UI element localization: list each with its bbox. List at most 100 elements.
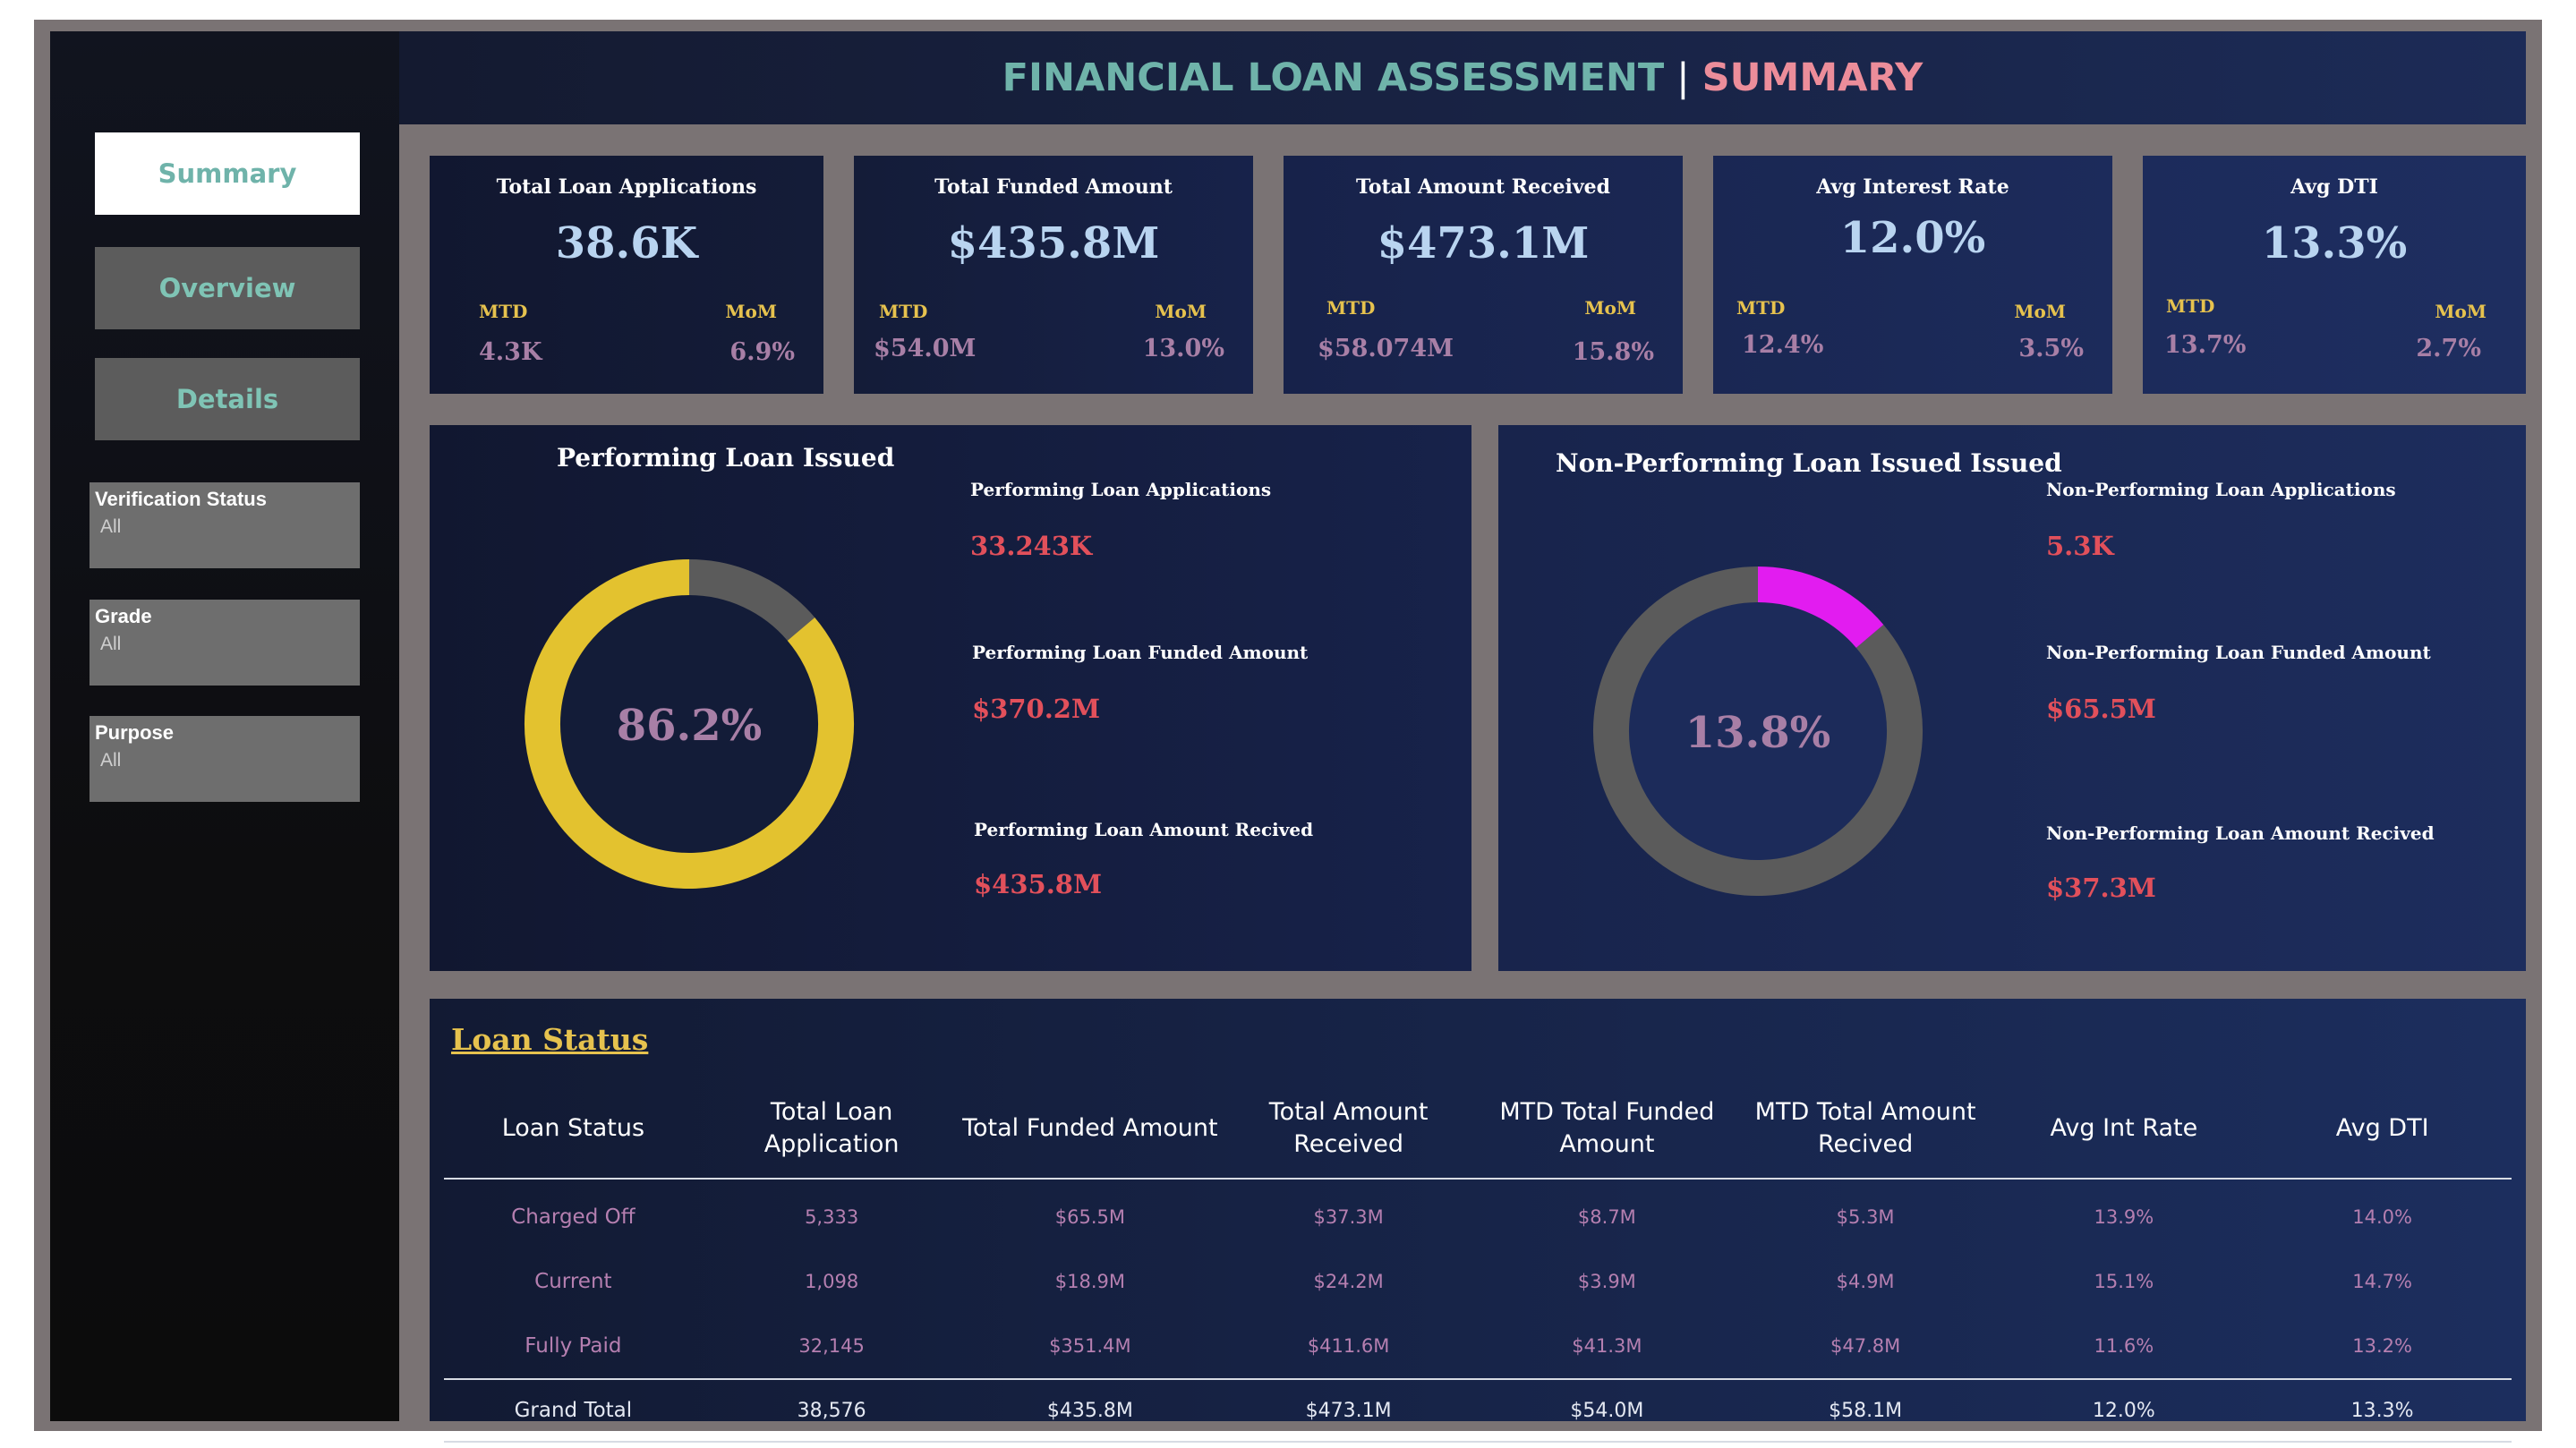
table-row: Charged Off 5,333 $65.5M $37.3M $8.7M $5… bbox=[444, 1185, 2512, 1249]
kpi-mtd-value: $58.074M bbox=[1318, 335, 1454, 362]
table-cell: Grand Total bbox=[514, 1399, 633, 1422]
performing-donut-chart: 86.2% bbox=[525, 559, 854, 889]
performing-funded-value: $370.2M bbox=[972, 694, 1101, 724]
non-performing-received-value: $37.3M bbox=[2046, 873, 2156, 903]
filter-value: All bbox=[100, 634, 122, 654]
table-cell: 12.0% bbox=[2092, 1399, 2155, 1422]
kpi-value: 13.3% bbox=[2261, 218, 2408, 268]
table-cell: $58.1M bbox=[1829, 1399, 1903, 1422]
kpi-mtd-label: MTD bbox=[1736, 297, 1786, 319]
non-performing-funded-label: Non-Performing Loan Funded Amount bbox=[2046, 642, 2431, 663]
non-performing-applications-label: Non-Performing Loan Applications bbox=[2046, 479, 2396, 500]
kpi-mtd-value: $54.0M bbox=[874, 335, 977, 362]
kpi-mtd-value: 4.3K bbox=[479, 338, 542, 366]
table-cell: $411.6M bbox=[1307, 1335, 1390, 1357]
column-header: Avg DTI bbox=[2335, 1114, 2429, 1142]
kpi-mtd-label: MTD bbox=[479, 301, 528, 322]
non-performing-panel-title: Non-Performing Loan Issued Issued bbox=[1556, 448, 2062, 478]
filter-verification-status[interactable]: Verification Status All bbox=[90, 482, 360, 568]
performing-applications-value: 33.243K bbox=[970, 531, 1093, 561]
table-cell: Charged Off bbox=[511, 1205, 635, 1229]
table-cell: 14.0% bbox=[2352, 1206, 2412, 1228]
kpi-mom-label: MoM bbox=[1584, 297, 1636, 319]
loan-status-table: Loan Status Total Loan Application Total… bbox=[444, 1079, 2512, 1443]
table-cell: $37.3M bbox=[1313, 1206, 1384, 1228]
table-row: Current 1,098 $18.9M $24.2M $3.9M $4.9M … bbox=[444, 1249, 2512, 1314]
table-cell: $65.5M bbox=[1054, 1206, 1125, 1228]
kpi-card-total-funded-amount: Total Funded Amount $435.8M MTD MoM $54.… bbox=[854, 156, 1253, 394]
table-cell: 11.6% bbox=[2094, 1335, 2154, 1357]
kpi-mtd-label: MTD bbox=[879, 301, 928, 322]
title-separator: | bbox=[1676, 55, 1690, 100]
table-cell: 13.9% bbox=[2094, 1206, 2154, 1228]
kpi-card-total-amount-received: Total Amount Received $473.1M MTD MoM $5… bbox=[1284, 156, 1683, 394]
table-total-row: Grand Total 38,576 $435.8M $473.1M $54.0… bbox=[444, 1378, 2512, 1443]
table-header-row: Loan Status Total Loan Application Total… bbox=[444, 1079, 2512, 1180]
kpi-mtd-label: MTD bbox=[2166, 295, 2215, 317]
dashboard-title: FINANCIAL LOAN ASSESSMENT bbox=[1002, 55, 1665, 100]
kpi-mom-label: MoM bbox=[2014, 301, 2066, 322]
kpi-card-avg-interest-rate: Avg Interest Rate 12.0% MTD MoM 12.4% 3.… bbox=[1713, 156, 2112, 394]
performing-loan-panel: Performing Loan Issued 86.2% Performing … bbox=[430, 425, 1471, 971]
kpi-mom-value: 3.5% bbox=[2018, 335, 2084, 362]
filter-label: Grade bbox=[95, 605, 152, 627]
performing-applications-label: Performing Loan Applications bbox=[970, 479, 1272, 500]
table-cell: $47.8M bbox=[1830, 1335, 1901, 1357]
table-cell: $54.0M bbox=[1570, 1399, 1644, 1422]
kpi-label: Avg Interest Rate bbox=[1816, 175, 2009, 199]
table-cell: 15.1% bbox=[2094, 1271, 2154, 1292]
kpi-label: Avg DTI bbox=[2290, 175, 2378, 199]
performing-funded-label: Performing Loan Funded Amount bbox=[972, 642, 1309, 663]
kpi-value: $435.8M bbox=[947, 218, 1160, 268]
kpi-mtd-value: 12.4% bbox=[1742, 331, 1824, 359]
performing-panel-title: Performing Loan Issued bbox=[557, 443, 895, 473]
table-cell: 14.7% bbox=[2352, 1271, 2412, 1292]
filter-value: All bbox=[100, 750, 122, 771]
table-cell: $473.1M bbox=[1305, 1399, 1392, 1422]
kpi-label: Total Loan Applications bbox=[496, 175, 757, 199]
column-header: MTD Total Amount Recived bbox=[1754, 1098, 1976, 1158]
nav-details-button[interactable]: Details bbox=[95, 358, 360, 440]
nav-overview-button[interactable]: Overview bbox=[95, 247, 360, 329]
table-cell: $4.9M bbox=[1836, 1271, 1895, 1292]
table-cell: $41.3M bbox=[1572, 1335, 1642, 1357]
filter-label: Purpose bbox=[95, 721, 175, 744]
table-cell: Current bbox=[534, 1270, 612, 1293]
kpi-label: Total Amount Received bbox=[1356, 175, 1610, 199]
non-performing-donut-chart: 13.8% bbox=[1593, 566, 1923, 896]
nav-summary-button[interactable]: Summary bbox=[95, 132, 360, 215]
filter-value: All bbox=[100, 516, 122, 537]
table-row: Fully Paid 32,145 $351.4M $411.6M $41.3M… bbox=[444, 1314, 2512, 1378]
kpi-card-total-loan-applications: Total Loan Applications 38.6K MTD MoM 4.… bbox=[430, 156, 823, 394]
kpi-card-avg-dti: Avg DTI 13.3% MTD MoM 13.7% 2.7% bbox=[2143, 156, 2526, 394]
table-cell: $24.2M bbox=[1313, 1271, 1384, 1292]
kpi-value: 38.6K bbox=[555, 218, 698, 268]
performing-received-value: $435.8M bbox=[974, 869, 1103, 899]
kpi-mom-label: MoM bbox=[1155, 301, 1207, 322]
donut-percent-label: 13.8% bbox=[1685, 708, 1831, 758]
column-header: Avg Int Rate bbox=[2050, 1114, 2198, 1142]
page-title: SUMMARY bbox=[1702, 55, 1923, 100]
kpi-label: Total Funded Amount bbox=[934, 175, 1173, 199]
column-header: MTD Total Funded Amount bbox=[1499, 1098, 1715, 1158]
table-cell: 38,576 bbox=[797, 1399, 866, 1422]
table-cell: Fully Paid bbox=[525, 1334, 622, 1358]
title-bar: FINANCIAL LOAN ASSESSMENT | SUMMARY bbox=[399, 31, 2526, 124]
table-cell: $3.9M bbox=[1577, 1271, 1636, 1292]
kpi-mtd-value: 13.7% bbox=[2164, 331, 2247, 359]
performing-received-label: Performing Loan Amount Recived bbox=[974, 819, 1314, 840]
kpi-mom-value: 13.0% bbox=[1142, 335, 1224, 362]
kpi-mom-value: 6.9% bbox=[729, 338, 795, 366]
non-performing-received-label: Non-Performing Loan Amount Recived bbox=[2046, 822, 2435, 844]
table-cell: $351.4M bbox=[1049, 1335, 1131, 1357]
donut-percent-label: 86.2% bbox=[617, 701, 763, 751]
kpi-value: $473.1M bbox=[1377, 218, 1590, 268]
loan-status-title: Loan Status bbox=[451, 1022, 649, 1057]
column-header: Total Funded Amount bbox=[962, 1114, 1218, 1142]
kpi-mom-value: 15.8% bbox=[1572, 338, 1654, 366]
kpi-mom-label: MoM bbox=[2435, 301, 2486, 322]
filter-grade[interactable]: Grade All bbox=[90, 600, 360, 686]
table-cell: $435.8M bbox=[1046, 1399, 1133, 1422]
non-performing-loan-panel: Non-Performing Loan Issued Issued 13.8% … bbox=[1498, 425, 2526, 971]
filter-purpose[interactable]: Purpose All bbox=[90, 716, 360, 802]
